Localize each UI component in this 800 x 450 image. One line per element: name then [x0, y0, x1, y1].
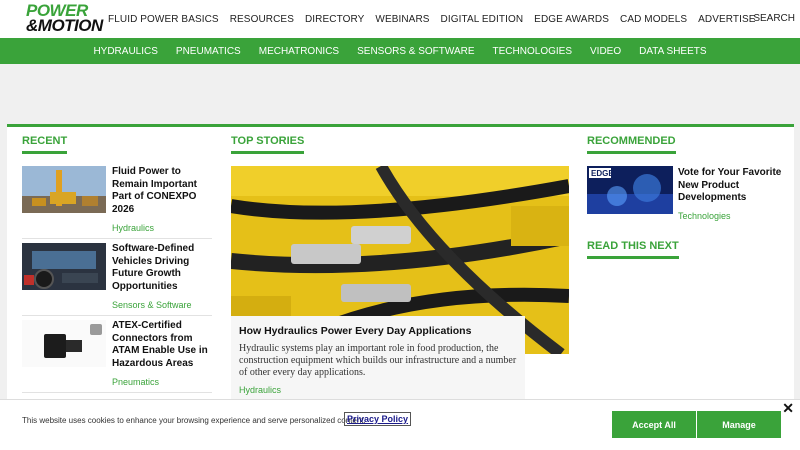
divider — [22, 238, 212, 239]
recent-item-title[interactable]: Software-Defined Vehicles Driving Future… — [112, 243, 212, 293]
top-nav-cad-models[interactable]: CAD MODELS — [620, 14, 687, 25]
category-mechatronics[interactable]: MECHATRONICS — [259, 46, 339, 57]
cookie-message: This website uses cookies to enhance you… — [22, 416, 366, 425]
category-nav: HYDRAULICS PNEUMATICS MECHATRONICS SENSO… — [0, 38, 800, 64]
accept-all-button[interactable]: Accept All — [612, 411, 696, 438]
top-nav-edge-awards[interactable]: EDGE AWARDS — [534, 14, 609, 25]
recent-item[interactable]: Fluid Power to Remain Important Part of … — [22, 166, 212, 241]
category-technologies[interactable]: TECHNOLOGIES — [493, 46, 572, 57]
manage-button[interactable]: Manage — [697, 411, 781, 438]
recommended-heading: RECOMMENDED — [587, 135, 676, 154]
recent-item-tag[interactable]: Pneumatics — [112, 377, 159, 387]
top-nav-resources[interactable]: RESOURCES — [230, 14, 294, 25]
divider — [22, 315, 212, 316]
hero-story-description: Hydraulic systems play an important role… — [239, 343, 517, 378]
read-next-heading: READ THIS NEXT — [587, 240, 679, 259]
recent-thumb-vehicle-dashboard[interactable] — [22, 243, 106, 290]
top-nav-directory[interactable]: DIRECTORY — [305, 14, 364, 25]
top-nav-webinars[interactable]: WEBINARS — [375, 14, 429, 25]
recommended-item-tag[interactable]: Technologies — [678, 211, 731, 221]
category-data-sheets[interactable]: DATA SHEETS — [639, 46, 706, 57]
recent-item-tag[interactable]: Hydraulics — [112, 223, 154, 233]
recommended-item-title[interactable]: Vote for Your Favorite New Product Devel… — [678, 167, 788, 205]
privacy-policy-link[interactable]: Privacy Policy — [344, 412, 412, 426]
top-stories-heading: TOP STORIES — [231, 135, 305, 154]
edge-logo-text: EDGE — [591, 169, 614, 178]
recent-thumb-drilling-rig[interactable] — [22, 166, 106, 213]
recent-item-title[interactable]: ATEX-Certified Connectors from ATAM Enab… — [112, 320, 212, 370]
recent-thumb-connector[interactable] — [22, 320, 106, 367]
divider — [22, 392, 212, 393]
recommended-thumb-edge-awards[interactable]: EDGE — [587, 166, 673, 214]
site-logo[interactable]: POWER &MOTION — [26, 2, 106, 35]
hero-story-tag[interactable]: Hydraulics — [239, 385, 281, 395]
top-nav-fluid-power-basics[interactable]: FLUID POWER BASICS — [108, 14, 219, 25]
recent-heading: RECENT — [22, 135, 68, 154]
close-icon[interactable]: ✕ — [782, 400, 794, 417]
top-header: POWER &MOTION FLUID POWER BASICS RESOURC… — [0, 0, 800, 38]
category-hydraulics[interactable]: HYDRAULICS — [93, 46, 157, 57]
hero-story-title[interactable]: How Hydraulics Power Every Day Applicati… — [239, 325, 471, 337]
logo-line-2: &MOTION — [26, 16, 103, 35]
top-nav-digital-edition[interactable]: DIGITAL EDITION — [441, 14, 524, 25]
category-pneumatics[interactable]: PNEUMATICS — [176, 46, 241, 57]
recent-item-title[interactable]: Fluid Power to Remain Important Part of … — [112, 166, 212, 216]
cookie-banner: This website uses cookies to enhance you… — [0, 399, 800, 450]
category-sensors-software[interactable]: SENSORS & SOFTWARE — [357, 46, 474, 57]
hero-story-card[interactable]: How Hydraulics Power Every Day Applicati… — [231, 316, 525, 401]
top-nav: FLUID POWER BASICS RESOURCES DIRECTORY W… — [108, 0, 767, 38]
search-link[interactable]: SEARCH — [753, 13, 795, 24]
recent-item-tag[interactable]: Sensors & Software — [112, 300, 192, 310]
recent-item[interactable]: ATEX-Certified Connectors from ATAM Enab… — [22, 320, 212, 395]
category-video[interactable]: VIDEO — [590, 46, 621, 57]
top-nav-advertise[interactable]: ADVERTISE — [698, 14, 755, 25]
recent-item[interactable]: Software-Defined Vehicles Driving Future… — [22, 243, 212, 318]
